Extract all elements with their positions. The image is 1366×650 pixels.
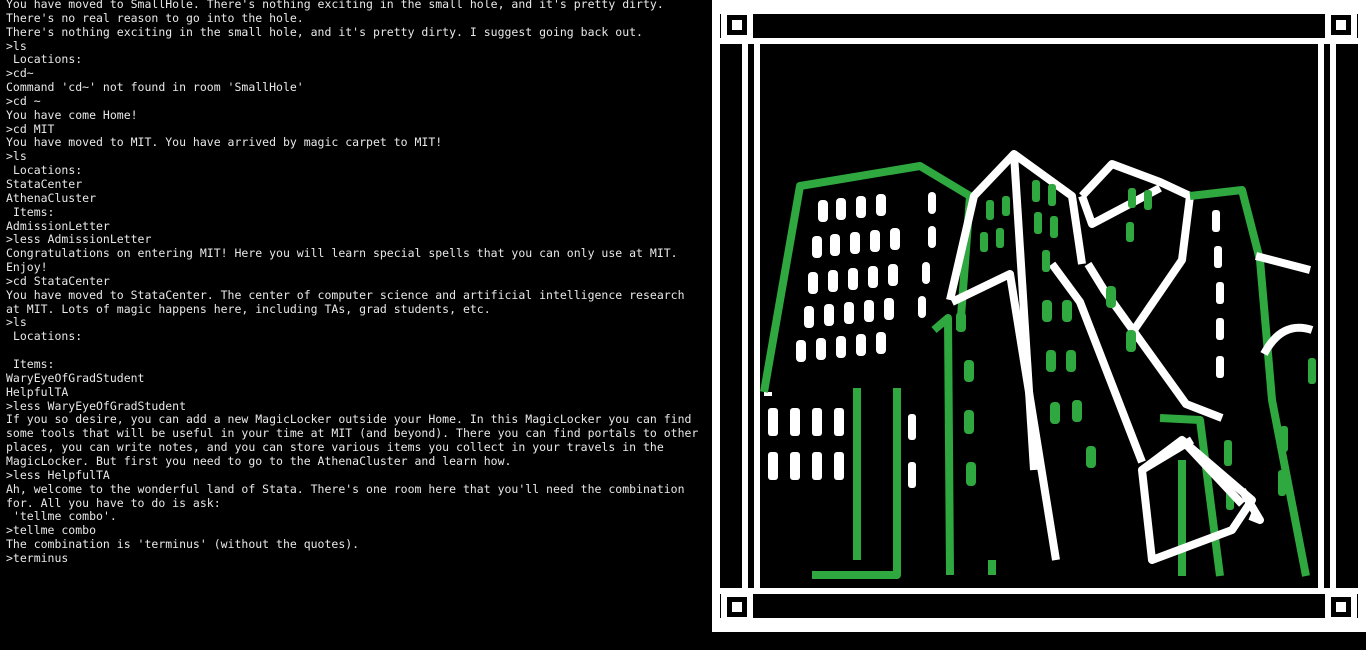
terminal-line: You have moved to StataCenter. The cente… xyxy=(6,287,692,316)
terminal-line: >cd MIT xyxy=(6,121,55,136)
terminal-line: Locations: xyxy=(6,52,83,67)
terminal-line: The combination is 'terminus' (without t… xyxy=(6,537,360,552)
terminal-line: Items: xyxy=(6,204,55,219)
stata-center-drawing xyxy=(712,0,1366,632)
terminal-line: >cd~ xyxy=(6,66,34,81)
terminal-line: >cd ~ xyxy=(6,93,41,108)
stata-buildings xyxy=(760,44,1318,588)
terminal-line: Items: xyxy=(6,357,55,372)
terminal-line: >tellme combo xyxy=(6,523,97,538)
terminal-line: Locations: xyxy=(6,163,83,178)
terminal-line: >less WaryEyeOfGradStudent xyxy=(6,398,187,413)
terminal-line: Command 'cd~' not found in room 'SmallHo… xyxy=(6,80,304,95)
terminal-line: You have moved to MIT. You have arrived … xyxy=(6,135,443,150)
terminal-line: >terminus xyxy=(6,550,69,565)
terminal-line: Locations: xyxy=(6,329,83,344)
terminal-line: 'tellme combo'. xyxy=(6,509,117,524)
stata-center-art xyxy=(712,0,1366,632)
terminal-line: You have moved to SmallHole. There's not… xyxy=(6,0,671,25)
terminal-line: WaryEyeOfGradStudent xyxy=(6,370,145,385)
terminal-line: AthenaCluster xyxy=(6,190,97,205)
terminal-line: HelpfulTA xyxy=(6,384,69,399)
terminal-line: Congratulations on entering MIT! Here yo… xyxy=(6,246,685,275)
terminal-line: You have come Home! xyxy=(6,107,138,122)
terminal-line: >cd StataCenter xyxy=(6,273,110,288)
terminal-line: There's nothing exciting in the small ho… xyxy=(6,24,643,39)
terminal-line: Ah, welcome to the wonderful land of Sta… xyxy=(6,481,692,510)
terminal-line: >less HelpfulTA xyxy=(6,467,110,482)
terminal-line: >ls xyxy=(6,315,27,330)
terminal-line: AdmissionLetter xyxy=(6,218,110,233)
terminal-line: >less AdmissionLetter xyxy=(6,232,152,247)
terminal-line: >ls xyxy=(6,149,27,164)
terminal-output: You have moved to SmallHole. There's not… xyxy=(0,0,700,648)
terminal-line: StataCenter xyxy=(6,176,83,191)
terminal-line: >ls xyxy=(6,38,27,53)
terminal-line: If you so desire, you can add a new Magi… xyxy=(6,412,699,468)
